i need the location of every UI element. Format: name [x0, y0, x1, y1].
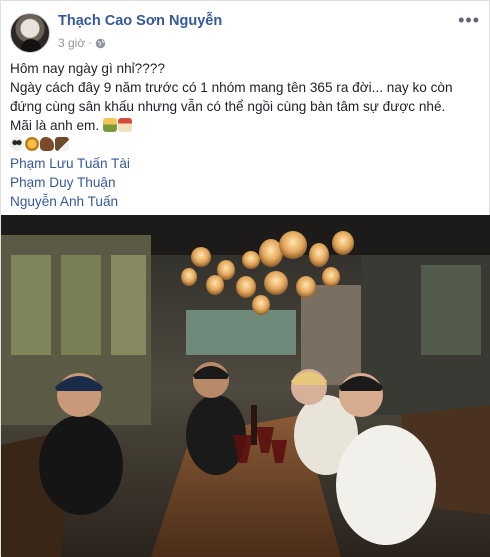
- tagged-user-link[interactable]: Phạm Lưu Tuấn Tài: [10, 154, 480, 173]
- eagle-icon: [55, 137, 69, 151]
- globe-icon[interactable]: [95, 38, 106, 49]
- author-name[interactable]: Thạch Cao Sơn Nguyễn: [58, 13, 222, 29]
- emoji-line: [10, 135, 480, 154]
- meta-separator: ·: [88, 37, 92, 49]
- post-line: Hôm nay ngày gì nhỉ????: [10, 61, 165, 76]
- people-icon: [102, 118, 117, 132]
- post-timestamp[interactable]: 3 giờ: [58, 36, 85, 50]
- panda-icon: [10, 137, 24, 151]
- tagged-user-link[interactable]: Phạm Duy Thuận: [10, 173, 480, 192]
- author-avatar[interactable]: [10, 13, 50, 53]
- post-meta: 3 giờ ·: [58, 36, 106, 50]
- horse-icon: [40, 137, 54, 151]
- tagged-user-link[interactable]: Nguyễn Anh Tuấn: [10, 192, 480, 211]
- post-line-with-emoji: Mãi là anh em.: [10, 116, 480, 135]
- facebook-post: Thạch Cao Sơn Nguyễn 3 giờ · ••• Hôm nay…: [0, 0, 490, 557]
- post-header: Thạch Cao Sơn Nguyễn 3 giờ · •••: [10, 9, 480, 53]
- post-line: Ngày cách đây 9 năm trước có 1 nhóm mang…: [10, 80, 453, 95]
- more-options-button[interactable]: •••: [458, 11, 480, 29]
- post-photo[interactable]: [1, 215, 490, 557]
- post-text: Hôm nay ngày gì nhỉ???? Ngày cách đây 9 …: [10, 59, 480, 211]
- post-line: đứng cùng sân khấu nhưng vẫn có thể ngồi…: [10, 99, 446, 114]
- post-line: Mãi là anh em.: [10, 118, 100, 133]
- house-icon: [117, 118, 132, 132]
- lion-icon: [25, 137, 39, 151]
